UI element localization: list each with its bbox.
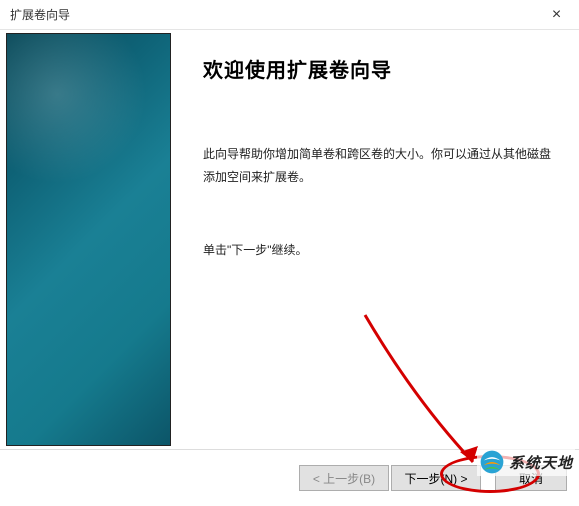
back-button: < 上一步(B)	[299, 465, 389, 491]
watermark-text: 系统天地	[509, 452, 573, 473]
close-button[interactable]: ×	[534, 0, 579, 29]
next-button[interactable]: 下一步(N) >	[391, 465, 481, 491]
wizard-body: 欢迎使用扩展卷向导 此向导帮助你增加简单卷和跨区卷的大小。你可以通过从其他磁盘添…	[0, 30, 579, 450]
watermark-logo-icon	[479, 449, 505, 475]
wizard-sidebar-graphic	[6, 33, 171, 446]
close-icon: ×	[552, 6, 561, 24]
wizard-heading: 欢迎使用扩展卷向导	[203, 54, 559, 83]
title-bar: 扩展卷向导 ×	[0, 0, 579, 30]
wizard-description-2: 单击"下一步"继续。	[203, 239, 559, 262]
wizard-main-panel: 欢迎使用扩展卷向导 此向导帮助你增加简单卷和跨区卷的大小。你可以通过从其他磁盘添…	[171, 30, 579, 449]
window-title: 扩展卷向导	[10, 6, 70, 23]
wizard-description-1: 此向导帮助你增加简单卷和跨区卷的大小。你可以通过从其他磁盘添加空间来扩展卷。	[203, 143, 559, 189]
watermark: 系统天地	[477, 448, 575, 476]
